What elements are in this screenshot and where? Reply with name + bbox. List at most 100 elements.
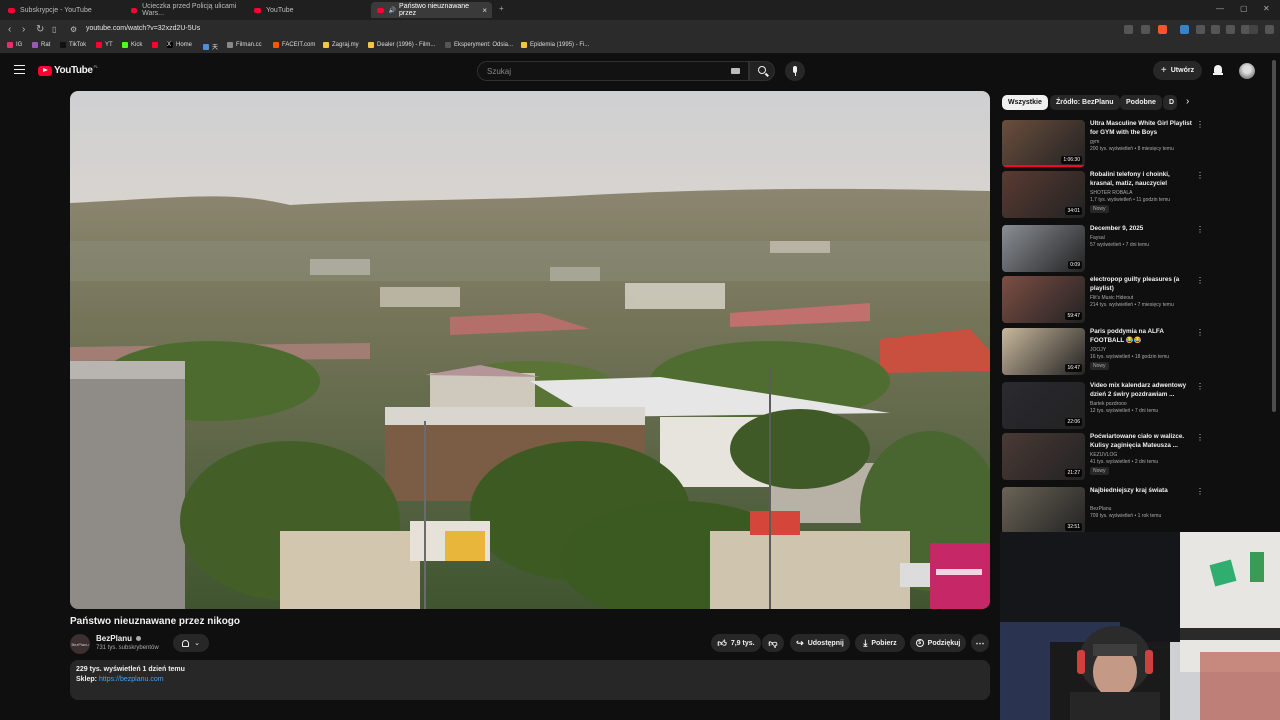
new-tab-icon[interactable]: + — [499, 4, 504, 13]
chip-more[interactable]: D — [1163, 95, 1177, 110]
recommendation-channel[interactable]: gym — [1090, 139, 1099, 145]
more-vertical-icon[interactable]: ⋮ — [1196, 433, 1204, 442]
recommendation-card[interactable]: 0:09 December 9, 2025 Faysal 57 wyświetleń … — [1002, 225, 1204, 273]
cast-icon[interactable] — [1124, 25, 1133, 34]
more-vertical-icon[interactable]: ⋮ — [1196, 328, 1204, 337]
channel-avatar[interactable]: BezPlanu — [70, 634, 90, 654]
avatar[interactable] — [1239, 63, 1255, 79]
video-player[interactable] — [70, 91, 990, 609]
back-icon[interactable]: ‹ — [8, 24, 11, 35]
chip-all[interactable]: Wszystkie — [1002, 95, 1048, 110]
chevron-right-icon[interactable]: › — [1186, 96, 1189, 107]
download-button[interactable]: ⤓ Pobierz — [855, 634, 905, 652]
recommendation-card[interactable]: 1:06:30 Ultra Masculine White Girl Playli… — [1002, 120, 1204, 168]
extension-icon[interactable] — [1180, 25, 1189, 34]
tab-subscriptions[interactable]: Subskrypcje - YouTube — [2, 2, 122, 18]
recommendation-card[interactable]: 22:06 Video mix kalendarz adwentowy dzień… — [1002, 382, 1204, 430]
share-button[interactable]: ↪ Udostępnij — [790, 634, 850, 652]
recommendation-thumbnail[interactable]: 0:09 — [1002, 225, 1085, 272]
sidebar-scrollbar[interactable] — [1272, 60, 1276, 412]
recommendation-title[interactable]: Video mix kalendarz adwentowy dzień 2 św… — [1090, 382, 1194, 399]
reload-icon[interactable]: ↻ — [36, 24, 44, 35]
brave-shield-icon[interactable] — [1158, 25, 1167, 34]
hamburger-menu-icon[interactable] — [14, 65, 25, 74]
tab-youtube[interactable]: YouTube — [248, 2, 368, 18]
share-page-icon[interactable] — [1141, 25, 1150, 34]
recommendation-thumbnail[interactable]: 34:01 — [1002, 171, 1085, 218]
recommendation-title[interactable]: December 9, 2025 — [1090, 225, 1194, 234]
bookmark-epidemia[interactable]: Epidemia (1995) - Fi... — [521, 42, 589, 48]
recommendation-card[interactable]: 59:47 electropop guilty pleasures (a play… — [1002, 276, 1204, 324]
bookmark-icon[interactable]: ▯ — [52, 25, 56, 34]
search-button[interactable] — [749, 61, 775, 81]
menu-icon[interactable] — [1265, 25, 1274, 34]
like-button[interactable]: 👍︎ 7,9 tys. — [711, 634, 761, 652]
channel-name[interactable]: BezPlanu — [96, 634, 142, 643]
bookmark-zagraj[interactable]: Zagraj.my — [323, 42, 359, 48]
bookmark-filman[interactable]: Filman.cc — [227, 42, 262, 48]
recommendation-thumbnail[interactable]: 21:27 — [1002, 433, 1085, 480]
recommendation-channel[interactable]: SHOTER ROBALA — [1090, 190, 1133, 196]
bookmark-home[interactable]: X Home — [167, 42, 192, 48]
thanks-button[interactable]: $ Podziękuj — [910, 634, 966, 652]
bookmark-dealer[interactable]: Dealer (1996) - Film... — [368, 42, 435, 48]
notifications-bell-icon[interactable] — [1213, 65, 1223, 75]
chip-source[interactable]: Źródło: BezPlanu — [1050, 95, 1120, 110]
recommendation-thumbnail[interactable]: 32:51 — [1002, 487, 1085, 534]
search-input[interactable]: Szukaj — [477, 61, 749, 81]
bookmark-kick[interactable]: Kick — [122, 42, 142, 48]
close-tab-icon[interactable]: × — [482, 6, 487, 15]
recommendation-card[interactable]: 34:01 Robalini telefony i choinki, krasna… — [1002, 171, 1204, 219]
recommendation-title[interactable]: Najbiedniejszy kraj świata — [1090, 487, 1194, 496]
bookmark-eksperyment[interactable]: Eksperyment: Odsia... — [445, 42, 513, 48]
recommendation-card[interactable]: 32:51 Najbiedniejszy kraj świata BezPlanu 7… — [1002, 487, 1204, 535]
close-window-icon[interactable]: ✕ — [1263, 4, 1270, 13]
recommendation-thumbnail[interactable]: 59:47 — [1002, 276, 1085, 323]
recommendation-title[interactable]: electropop guilty pleasures (a playlist) — [1090, 276, 1194, 293]
tab-active-video[interactable]: 🔊 Państwo nieuznawane przez × — [371, 2, 492, 18]
recommendation-card[interactable]: 21:27 Poćwiartowane ciało w walizce. Kuli… — [1002, 433, 1204, 481]
recommendation-thumbnail[interactable]: 22:06 — [1002, 382, 1085, 429]
recommendation-title[interactable]: Poćwiartowane ciało w walizce. Kulisy za… — [1090, 433, 1194, 450]
voice-search-button[interactable] — [785, 61, 805, 81]
bookmark-ig[interactable]: IG — [7, 42, 22, 48]
recommendation-thumbnail[interactable]: 1:06:30 — [1002, 120, 1085, 167]
maximize-window-icon[interactable]: ▢ — [1240, 4, 1248, 13]
minimize-window-icon[interactable]: — — [1216, 4, 1224, 13]
recommendation-channel[interactable]: KEZUVLOG — [1090, 452, 1117, 458]
recommendation-title[interactable]: Ultra Masculine White Girl Playlist for … — [1090, 120, 1194, 137]
create-button[interactable]: + Utwórz — [1153, 61, 1202, 80]
recommendation-channel[interactable]: BezPlanu — [1090, 506, 1111, 512]
tab-police-chase[interactable]: Ucieczka przed Policją ulicami Wars... — [125, 2, 245, 18]
bookmark-rat[interactable]: Rat — [32, 42, 50, 48]
more-vertical-icon[interactable]: ⋮ — [1196, 225, 1204, 234]
forward-icon[interactable]: › — [22, 24, 25, 35]
music-icon[interactable] — [1249, 25, 1258, 34]
bookmark-yt[interactable]: YT — [96, 42, 113, 48]
bookmark-tian[interactable]: 天 — [203, 42, 218, 51]
chat-icon[interactable] — [1196, 25, 1205, 34]
keyboard-icon[interactable] — [731, 68, 740, 74]
youtube-logo[interactable]: YouTube PL — [38, 64, 98, 76]
description-box[interactable]: 229 tys. wyświetleń 1 dzień temu Sklep: … — [70, 660, 990, 700]
bookmark-faceit[interactable]: FACEIT.com — [273, 42, 315, 48]
bookmark-yt-2[interactable] — [152, 42, 161, 48]
url-field[interactable]: youtube.com/watch?v=32xzd2U-5Us — [86, 25, 200, 32]
recommendation-channel[interactable]: Bartek pozdrooo — [1090, 401, 1127, 407]
dislike-button[interactable]: 👎︎ — [762, 634, 784, 652]
recommendation-thumbnail[interactable]: 16:47 — [1002, 328, 1085, 375]
recommendation-title[interactable]: Robalini telefony i choinki, krasnal, ma… — [1090, 171, 1194, 188]
recommendation-card[interactable]: 16:47 Paris poddymia na ALFA FOOTBALL 😂😂 J… — [1002, 328, 1204, 376]
chip-related[interactable]: Podobne — [1120, 95, 1162, 110]
recommendation-channel[interactable]: JOOJY — [1090, 347, 1106, 353]
more-vertical-icon[interactable]: ⋮ — [1196, 487, 1204, 496]
recommendation-channel[interactable]: Faysal — [1090, 235, 1105, 241]
shop-link[interactable]: https://bezplanu.com — [99, 676, 164, 683]
download-icon[interactable] — [1226, 25, 1235, 34]
recommendation-title[interactable]: Paris poddymia na ALFA FOOTBALL 😂😂 — [1090, 328, 1194, 345]
more-vertical-icon[interactable]: ⋮ — [1196, 120, 1204, 129]
more-vertical-icon[interactable]: ⋮ — [1196, 171, 1204, 180]
subscription-bell-button[interactable]: ⌄ — [173, 634, 209, 652]
recommendation-channel[interactable]: Flit's Music Hideout — [1090, 295, 1133, 301]
screenshot-icon[interactable] — [1211, 25, 1220, 34]
